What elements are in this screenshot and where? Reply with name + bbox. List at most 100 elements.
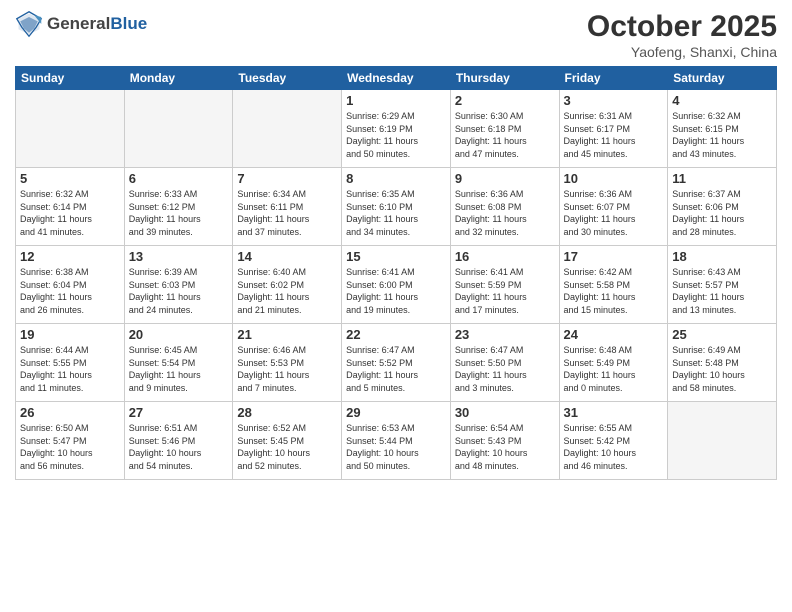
day-info: Sunrise: 6:32 AM Sunset: 6:15 PM Dayligh… [672,110,772,160]
day-info: Sunrise: 6:33 AM Sunset: 6:12 PM Dayligh… [129,188,229,238]
logo-general: General [47,14,110,34]
table-row: 9 Sunrise: 6:36 AM Sunset: 6:08 PM Daylig… [450,168,559,246]
table-row: 1 Sunrise: 6:29 AM Sunset: 6:19 PM Daylig… [342,90,451,168]
day-info: Sunrise: 6:43 AM Sunset: 5:57 PM Dayligh… [672,266,772,316]
day-info: Sunrise: 6:29 AM Sunset: 6:19 PM Dayligh… [346,110,446,160]
location: Yaofeng, Shanxi, China [587,44,777,60]
day-info: Sunrise: 6:50 AM Sunset: 5:47 PM Dayligh… [20,422,120,472]
header-wednesday: Wednesday [342,67,451,90]
calendar-week-row: 26 Sunrise: 6:50 AM Sunset: 5:47 PM Dayli… [16,402,777,480]
table-row: 25Sunrise: 6:49 AM Sunset: 5:48 PM Dayli… [668,324,777,402]
header: GeneralBlue October 2025 Yaofeng, Shanxi… [15,10,777,60]
day-info: Sunrise: 6:55 AM Sunset: 5:42 PM Dayligh… [564,422,664,472]
day-number: 21 [237,327,337,342]
header-tuesday: Tuesday [233,67,342,90]
day-number: 9 [455,171,555,186]
day-number: 26 [20,405,120,420]
day-number: 19 [20,327,120,342]
day-info: Sunrise: 6:37 AM Sunset: 6:06 PM Dayligh… [672,188,772,238]
day-info: Sunrise: 6:41 AM Sunset: 6:00 PM Dayligh… [346,266,446,316]
calendar-table: Sunday Monday Tuesday Wednesday Thursday… [15,66,777,480]
day-number: 3 [564,93,664,108]
table-row [124,90,233,168]
table-row: 27 Sunrise: 6:51 AM Sunset: 5:46 PM Dayli… [124,402,233,480]
day-info: Sunrise: 6:45 AM Sunset: 5:54 PM Dayligh… [129,344,229,394]
day-info: Sunrise: 6:44 AM Sunset: 5:55 PM Dayligh… [20,344,120,394]
table-row: 17 Sunrise: 6:42 AM Sunset: 5:58 PM Dayli… [559,246,668,324]
calendar-week-row: 1 Sunrise: 6:29 AM Sunset: 6:19 PM Daylig… [16,90,777,168]
day-number: 15 [346,249,446,264]
weekday-header-row: Sunday Monday Tuesday Wednesday Thursday… [16,67,777,90]
day-info: Sunrise: 6:32 AM Sunset: 6:14 PM Dayligh… [20,188,120,238]
table-row: 20 Sunrise: 6:45 AM Sunset: 5:54 PM Dayli… [124,324,233,402]
day-number: 5 [20,171,120,186]
day-number: 24 [564,327,664,342]
day-number: 18 [672,249,772,264]
calendar-week-row: 19 Sunrise: 6:44 AM Sunset: 5:55 PM Dayli… [16,324,777,402]
title-block: October 2025 Yaofeng, Shanxi, China [587,10,777,60]
day-info: Sunrise: 6:48 AM Sunset: 5:49 PM Dayligh… [564,344,664,394]
header-monday: Monday [124,67,233,90]
table-row: 8Sunrise: 6:35 AM Sunset: 6:10 PM Daylig… [342,168,451,246]
day-info: Sunrise: 6:36 AM Sunset: 6:08 PM Dayligh… [455,188,555,238]
day-number: 20 [129,327,229,342]
logo-icon [15,10,43,38]
table-row: 11 Sunrise: 6:37 AM Sunset: 6:06 PM Dayli… [668,168,777,246]
day-number: 1 [346,93,446,108]
day-info: Sunrise: 6:31 AM Sunset: 6:17 PM Dayligh… [564,110,664,160]
day-number: 11 [672,171,772,186]
table-row: 29Sunrise: 6:53 AM Sunset: 5:44 PM Dayli… [342,402,451,480]
table-row: 4 Sunrise: 6:32 AM Sunset: 6:15 PM Daylig… [668,90,777,168]
table-row: 6 Sunrise: 6:33 AM Sunset: 6:12 PM Daylig… [124,168,233,246]
day-info: Sunrise: 6:49 AM Sunset: 5:48 PM Dayligh… [672,344,772,394]
header-saturday: Saturday [668,67,777,90]
day-info: Sunrise: 6:30 AM Sunset: 6:18 PM Dayligh… [455,110,555,160]
table-row: 31 Sunrise: 6:55 AM Sunset: 5:42 PM Dayli… [559,402,668,480]
day-number: 31 [564,405,664,420]
day-number: 7 [237,171,337,186]
day-number: 17 [564,249,664,264]
day-info: Sunrise: 6:41 AM Sunset: 5:59 PM Dayligh… [455,266,555,316]
logo-text: GeneralBlue [47,14,147,34]
day-info: Sunrise: 6:40 AM Sunset: 6:02 PM Dayligh… [237,266,337,316]
day-info: Sunrise: 6:34 AM Sunset: 6:11 PM Dayligh… [237,188,337,238]
calendar-week-row: 5 Sunrise: 6:32 AM Sunset: 6:14 PM Daylig… [16,168,777,246]
table-row: 5 Sunrise: 6:32 AM Sunset: 6:14 PM Daylig… [16,168,125,246]
day-number: 12 [20,249,120,264]
day-number: 16 [455,249,555,264]
calendar-week-row: 12Sunrise: 6:38 AM Sunset: 6:04 PM Dayli… [16,246,777,324]
day-number: 14 [237,249,337,264]
day-info: Sunrise: 6:46 AM Sunset: 5:53 PM Dayligh… [237,344,337,394]
day-number: 23 [455,327,555,342]
logo-blue: Blue [110,14,147,34]
table-row: 15 Sunrise: 6:41 AM Sunset: 6:00 PM Dayli… [342,246,451,324]
table-row: 2Sunrise: 6:30 AM Sunset: 6:18 PM Daylig… [450,90,559,168]
day-number: 6 [129,171,229,186]
header-friday: Friday [559,67,668,90]
day-number: 28 [237,405,337,420]
day-info: Sunrise: 6:39 AM Sunset: 6:03 PM Dayligh… [129,266,229,316]
header-thursday: Thursday [450,67,559,90]
month-title: October 2025 [587,10,777,44]
table-row: 21 Sunrise: 6:46 AM Sunset: 5:53 PM Dayli… [233,324,342,402]
day-number: 10 [564,171,664,186]
calendar-container: GeneralBlue October 2025 Yaofeng, Shanxi… [0,0,792,485]
table-row [233,90,342,168]
table-row: 16 Sunrise: 6:41 AM Sunset: 5:59 PM Dayli… [450,246,559,324]
table-row: 10Sunrise: 6:36 AM Sunset: 6:07 PM Dayli… [559,168,668,246]
day-number: 30 [455,405,555,420]
day-info: Sunrise: 6:51 AM Sunset: 5:46 PM Dayligh… [129,422,229,472]
table-row [668,402,777,480]
table-row: 14 Sunrise: 6:40 AM Sunset: 6:02 PM Dayli… [233,246,342,324]
day-info: Sunrise: 6:47 AM Sunset: 5:50 PM Dayligh… [455,344,555,394]
day-number: 27 [129,405,229,420]
day-info: Sunrise: 6:42 AM Sunset: 5:58 PM Dayligh… [564,266,664,316]
day-number: 22 [346,327,446,342]
header-sunday: Sunday [16,67,125,90]
day-number: 4 [672,93,772,108]
day-info: Sunrise: 6:47 AM Sunset: 5:52 PM Dayligh… [346,344,446,394]
day-info: Sunrise: 6:35 AM Sunset: 6:10 PM Dayligh… [346,188,446,238]
table-row: 7 Sunrise: 6:34 AM Sunset: 6:11 PM Daylig… [233,168,342,246]
table-row: 24 Sunrise: 6:48 AM Sunset: 5:49 PM Dayli… [559,324,668,402]
day-info: Sunrise: 6:52 AM Sunset: 5:45 PM Dayligh… [237,422,337,472]
